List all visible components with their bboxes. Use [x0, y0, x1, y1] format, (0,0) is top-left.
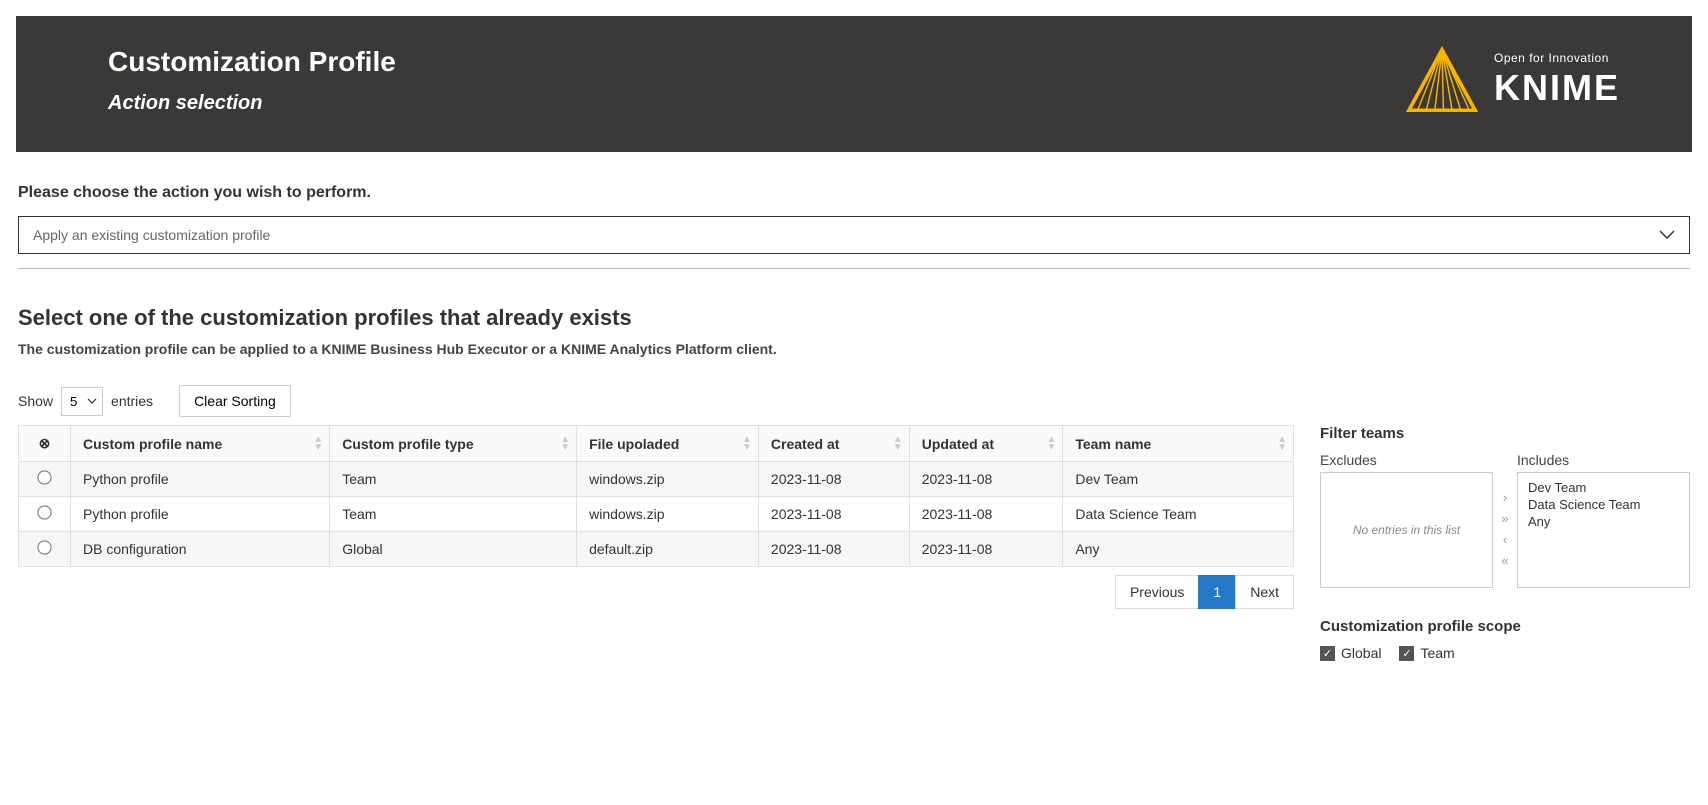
- row-radio[interactable]: [37, 540, 51, 554]
- cell-created: 2023-11-08: [758, 497, 909, 532]
- chevron-down-icon: [1659, 230, 1675, 240]
- move-right-icon[interactable]: ›: [1497, 490, 1513, 505]
- excludes-list[interactable]: No entries in this list: [1320, 472, 1493, 588]
- show-label-pre: Show: [18, 393, 53, 409]
- scope-global-label: Global: [1341, 645, 1381, 661]
- sort-icon: ▲▼: [560, 436, 570, 452]
- header-banner: Customization Profile Action selection O…: [16, 16, 1692, 152]
- sort-icon: ▲▼: [1277, 436, 1287, 452]
- cell-team: Data Science Team: [1063, 497, 1294, 532]
- list-item[interactable]: Data Science Team: [1528, 496, 1679, 513]
- action-select[interactable]: Apply an existing customization profile: [18, 216, 1690, 254]
- cell-updated: 2023-11-08: [909, 532, 1063, 567]
- move-all-left-icon[interactable]: «: [1497, 553, 1513, 568]
- cell-file: windows.zip: [577, 497, 759, 532]
- pagination-next[interactable]: Next: [1235, 575, 1294, 609]
- cell-created: 2023-11-08: [758, 462, 909, 497]
- show-label-post: entries: [111, 393, 153, 409]
- table-row: Python profile Team windows.zip 2023-11-…: [19, 497, 1294, 532]
- col-updated[interactable]: Updated at▲▼: [909, 426, 1063, 462]
- col-file[interactable]: File upoladed▲▼: [577, 426, 759, 462]
- scope-global-checkbox[interactable]: ✓ Global: [1320, 645, 1381, 661]
- cell-updated: 2023-11-08: [909, 497, 1063, 532]
- cell-name: Python profile: [71, 497, 330, 532]
- col-created[interactable]: Created at▲▼: [758, 426, 909, 462]
- entries-select[interactable]: 5: [61, 387, 103, 416]
- cell-team: Any: [1063, 532, 1294, 567]
- brand-logo: Open for Innovation KNIME: [1406, 44, 1620, 116]
- page-title: Customization Profile: [108, 46, 396, 78]
- sort-icon: ▲▼: [742, 436, 752, 452]
- clear-selection-header[interactable]: ⊗: [19, 426, 71, 462]
- includes-label: Includes: [1517, 452, 1690, 468]
- cell-type: Global: [330, 532, 577, 567]
- profiles-title: Select one of the customization profiles…: [18, 305, 1690, 331]
- sort-icon: ▲▼: [313, 436, 323, 452]
- scope-title: Customization profile scope: [1320, 618, 1690, 635]
- cell-type: Team: [330, 497, 577, 532]
- sort-icon: ▲▼: [893, 436, 903, 452]
- row-radio[interactable]: [37, 470, 51, 484]
- check-icon: ✓: [1399, 646, 1414, 661]
- cell-updated: 2023-11-08: [909, 462, 1063, 497]
- list-item[interactable]: Any: [1528, 513, 1679, 530]
- clear-sorting-button[interactable]: Clear Sorting: [179, 385, 291, 417]
- excludes-empty-msg: No entries in this list: [1353, 523, 1460, 537]
- excludes-label: Excludes: [1320, 452, 1493, 468]
- move-all-right-icon[interactable]: »: [1497, 511, 1513, 526]
- col-team[interactable]: Team name▲▼: [1063, 426, 1294, 462]
- pagination-page-1[interactable]: 1: [1198, 575, 1236, 609]
- table-row: DB configuration Global default.zip 2023…: [19, 532, 1294, 567]
- brand-tagline: Open for Innovation: [1494, 51, 1620, 65]
- profiles-table: ⊗ Custom profile name▲▼ Custom profile t…: [18, 425, 1294, 567]
- knime-triangle-icon: [1406, 44, 1478, 116]
- cell-name: Python profile: [71, 462, 330, 497]
- brand-name: KNIME: [1494, 67, 1620, 109]
- table-row: Python profile Team windows.zip 2023-11-…: [19, 462, 1294, 497]
- cell-team: Dev Team: [1063, 462, 1294, 497]
- pagination-prev[interactable]: Previous: [1115, 575, 1199, 609]
- cell-file: default.zip: [577, 532, 759, 567]
- list-item[interactable]: Dev Team: [1528, 479, 1679, 496]
- cell-created: 2023-11-08: [758, 532, 909, 567]
- filter-teams-title: Filter teams: [1320, 425, 1690, 442]
- col-type[interactable]: Custom profile type▲▼: [330, 426, 577, 462]
- move-left-icon[interactable]: ‹: [1497, 532, 1513, 547]
- action-prompt: Please choose the action you wish to per…: [18, 184, 1690, 202]
- cell-name: DB configuration: [71, 532, 330, 567]
- includes-list[interactable]: Dev Team Data Science Team Any: [1517, 472, 1690, 588]
- transfer-controls: › » ‹ «: [1497, 452, 1513, 588]
- action-selected-value: Apply an existing customization profile: [33, 227, 270, 243]
- page-subtitle: Action selection: [108, 92, 396, 115]
- scope-team-label: Team: [1420, 645, 1454, 661]
- scope-team-checkbox[interactable]: ✓ Team: [1399, 645, 1454, 661]
- cell-type: Team: [330, 462, 577, 497]
- row-radio[interactable]: [37, 505, 51, 519]
- sort-icon: ▲▼: [1046, 436, 1056, 452]
- divider: [18, 268, 1690, 269]
- col-name[interactable]: Custom profile name▲▼: [71, 426, 330, 462]
- cell-file: windows.zip: [577, 462, 759, 497]
- check-icon: ✓: [1320, 646, 1335, 661]
- pagination: Previous 1 Next: [18, 575, 1294, 609]
- profiles-desc: The customization profile can be applied…: [18, 341, 1690, 357]
